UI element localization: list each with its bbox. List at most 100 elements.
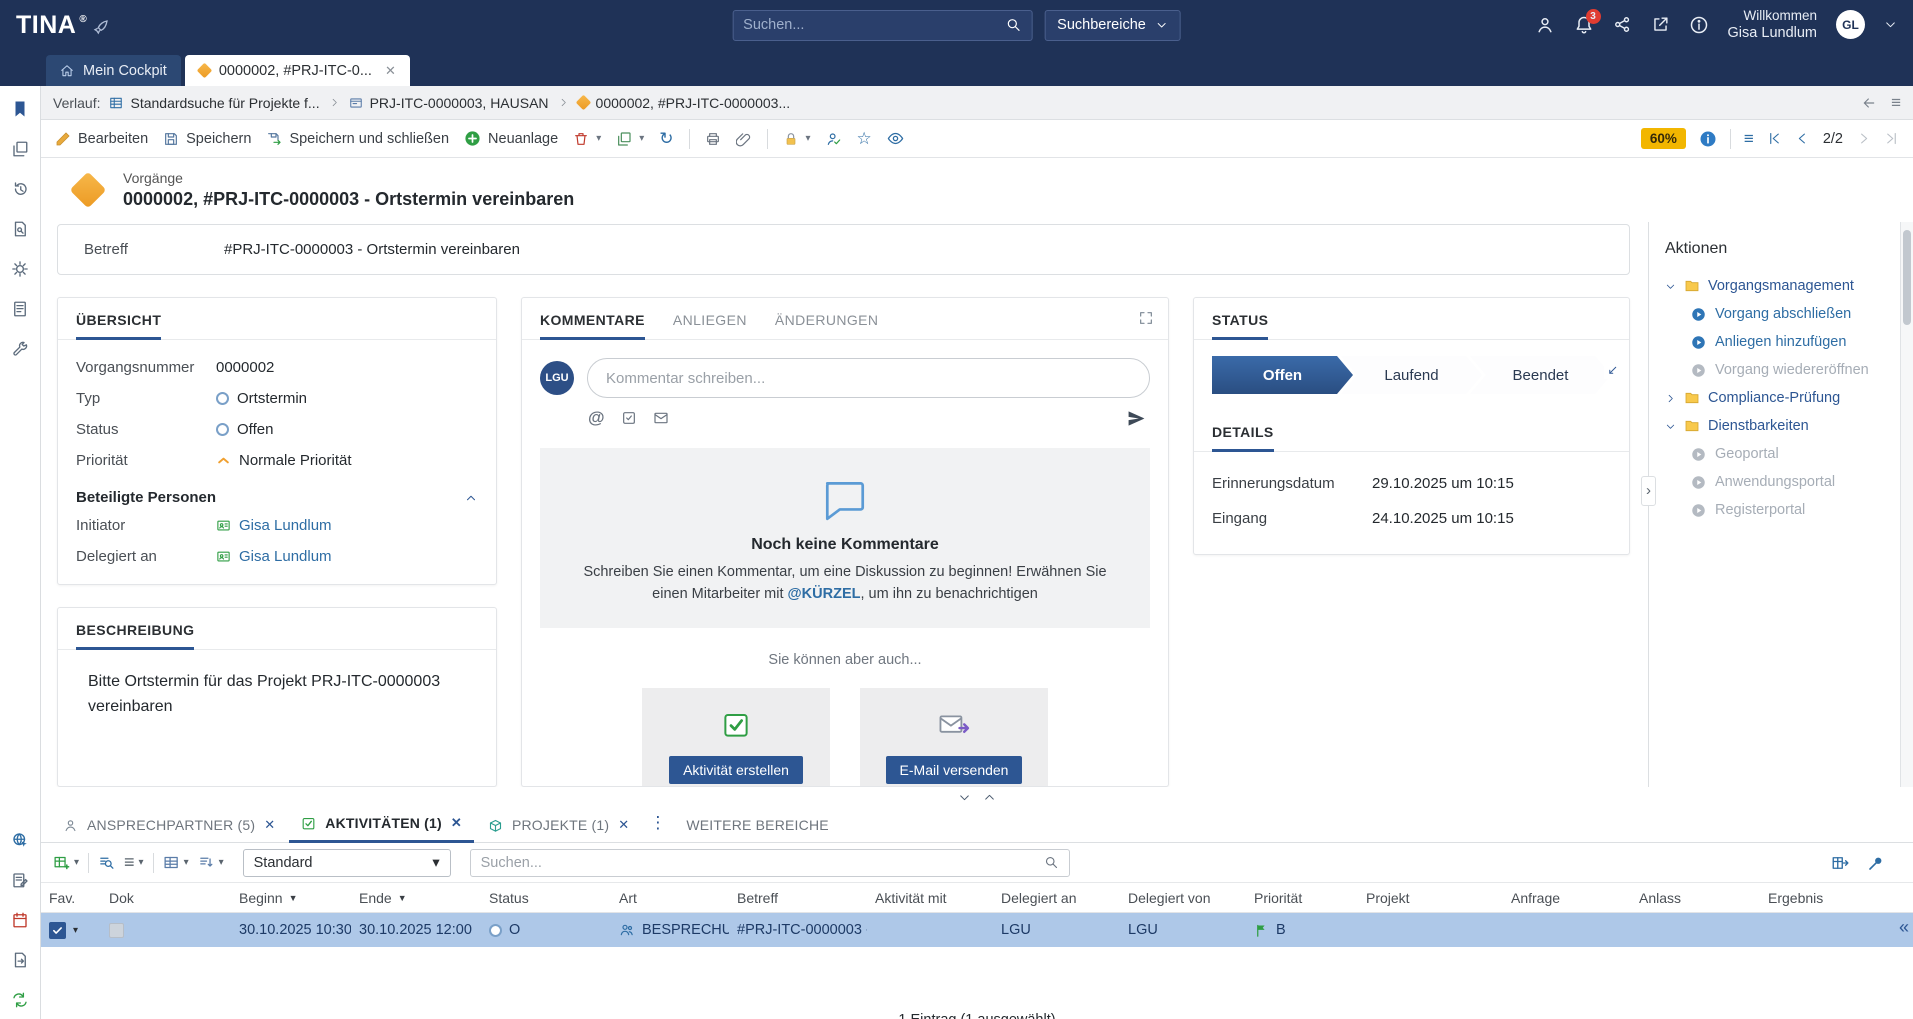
edit-button[interactable]: Bearbeiten — [55, 131, 148, 147]
history-button[interactable] — [11, 180, 29, 198]
permissions-button[interactable] — [826, 131, 842, 147]
chevron-down-icon[interactable]: ▾ — [74, 857, 79, 868]
watch-button[interactable] — [887, 130, 904, 147]
search-scope-dropdown[interactable]: Suchbereiche — [1044, 10, 1181, 41]
group-dienstbarkeiten[interactable]: Dienstbarkeiten — [1665, 418, 1894, 434]
close-tab-icon[interactable]: ✕ — [618, 817, 629, 833]
chevron-down-icon[interactable]: ▾ — [139, 857, 144, 868]
save-close-button[interactable]: Speichern und schließen — [266, 131, 449, 147]
contacts-button[interactable] — [1535, 15, 1555, 35]
status-step-beendet[interactable]: Beendet — [1470, 356, 1611, 394]
notes-button[interactable] — [11, 871, 29, 889]
person-link[interactable]: Gisa Lundlum — [239, 548, 332, 565]
action-geoportal[interactable]: Geoportal — [1691, 446, 1894, 462]
settings-button[interactable] — [11, 260, 29, 278]
tab-mein-cockpit[interactable]: Mein Cockpit — [46, 55, 181, 86]
tab-anliegen[interactable]: ANLIEGEN — [673, 312, 747, 339]
group-sort-button[interactable]: ▾ — [198, 854, 224, 871]
column-header-status[interactable]: Status — [481, 890, 611, 906]
mention-icon[interactable]: @ — [588, 408, 605, 428]
view-menu-button[interactable]: ≡ ▾ — [124, 852, 144, 873]
column-header-betreff[interactable]: Betreff — [729, 890, 867, 906]
forms-button[interactable] — [11, 300, 29, 318]
open-external-button[interactable] — [1651, 15, 1670, 34]
history-menu-icon[interactable]: ≡ — [1891, 93, 1901, 113]
document-export-button[interactable] — [11, 951, 29, 969]
breadcrumb-item-projekt[interactable]: PRJ-ITC-0000003, HAUSAN — [349, 95, 549, 111]
app-logo[interactable]: TINA® — [16, 11, 109, 40]
column-header-dok[interactable]: Dok — [101, 890, 231, 906]
progress-badge[interactable]: 60% — [1641, 128, 1686, 149]
breadcrumb-item-vorgang[interactable]: 0000002, #PRJ-ITC-0000003... — [578, 95, 791, 111]
breadcrumb-item-search[interactable]: Standardsuche für Projekte f... — [109, 95, 319, 111]
send-email-button[interactable]: E-Mail versenden — [886, 756, 1023, 784]
first-record-button[interactable] — [1767, 131, 1782, 146]
column-header-ergebnis[interactable]: Ergebnis — [1760, 890, 1913, 906]
tab-aenderungen[interactable]: ÄNDERUNGEN — [775, 312, 879, 339]
chevron-down-icon[interactable]: ▾ — [639, 133, 644, 144]
betreff-value[interactable]: #PRJ-ITC-0000003 - Ortstermin vereinbare… — [224, 241, 520, 258]
column-header-aktivitaet-mit[interactable]: Aktivität mit — [867, 890, 993, 906]
new-activity-button[interactable]: ▾ — [53, 854, 79, 871]
close-tab-icon[interactable]: ✕ — [451, 815, 462, 831]
status-step-offen[interactable]: Offen — [1212, 356, 1353, 394]
collapse-down-icon[interactable] — [958, 791, 971, 804]
mail-icon[interactable] — [653, 410, 669, 426]
beteiligte-personen-header[interactable]: Beteiligte Personen — [76, 489, 478, 506]
close-tab-icon[interactable]: ✕ — [264, 817, 275, 833]
chevron-down-icon[interactable]: ▾ — [219, 857, 224, 868]
status-step-laufend[interactable]: Laufend — [1341, 356, 1482, 394]
list-search-box[interactable] — [470, 849, 1070, 877]
column-header-fav[interactable]: Fav. — [41, 890, 101, 906]
tab-aktivitaeten[interactable]: AKTIVITÄTEN (1) ✕ — [289, 815, 474, 843]
attachments-button[interactable] — [736, 131, 752, 147]
menu-button[interactable]: ≡ — [1744, 129, 1754, 149]
column-header-anlass[interactable]: Anlass — [1631, 890, 1760, 906]
vertical-scrollbar[interactable] — [1900, 222, 1913, 787]
document-search-button[interactable] — [11, 220, 29, 238]
sync-button[interactable] — [11, 991, 29, 1009]
layout-grid-button[interactable]: ▾ — [163, 854, 189, 871]
group-vorgangsmanagement[interactable]: Vorgangsmanagement — [1665, 278, 1894, 294]
action-anwendungsportal[interactable]: Anwendungsportal — [1691, 474, 1894, 490]
delete-button[interactable]: ▾ — [573, 131, 601, 147]
panel-collapse-handle[interactable]: › — [1641, 476, 1656, 506]
column-header-delegiert-von[interactable]: Delegiert von — [1120, 890, 1246, 906]
new-record-button[interactable]: Neuanlage — [464, 130, 558, 147]
pin-icon[interactable] — [1867, 854, 1885, 872]
column-header-beginn[interactable]: Beginn▼ — [231, 890, 351, 906]
row-checkbox[interactable] — [49, 922, 66, 939]
share-button[interactable] — [1613, 15, 1632, 34]
refresh-button[interactable]: ↻ — [659, 129, 673, 149]
previous-record-button[interactable] — [1795, 131, 1810, 146]
column-header-delegiert-an[interactable]: Delegiert an — [993, 890, 1120, 906]
search-icon[interactable] — [1005, 17, 1021, 33]
task-check-icon[interactable] — [621, 410, 637, 426]
help-button[interactable] — [1689, 15, 1709, 35]
global-search-input[interactable] — [743, 17, 1005, 33]
tab-kommentare[interactable]: KOMMENTARE — [540, 312, 645, 340]
view-select[interactable]: Standard ▾ — [243, 849, 451, 877]
column-header-ende[interactable]: Ende▼ — [351, 890, 481, 906]
collapse-chevron-up-icon[interactable] — [464, 491, 478, 505]
person-link[interactable]: Gisa Lundlum — [239, 517, 332, 534]
column-header-anfrage[interactable]: Anfrage — [1503, 890, 1631, 906]
column-header-art[interactable]: Art — [611, 890, 729, 906]
dok-checkbox[interactable] — [109, 923, 124, 938]
action-vorgang-abschliessen[interactable]: Vorgang abschließen — [1691, 306, 1894, 322]
tab-weitere-bereiche[interactable]: WEITERE BEREICHE — [674, 817, 840, 842]
print-button[interactable] — [705, 131, 721, 147]
list-search-input[interactable] — [481, 855, 1044, 871]
geoportal-button[interactable] — [11, 831, 29, 849]
chevron-down-icon[interactable]: ▾ — [184, 857, 189, 868]
more-tabs-icon[interactable]: ⋮ — [643, 813, 672, 842]
calendar-button[interactable] — [11, 911, 29, 929]
column-header-projekt[interactable]: Projekt — [1358, 890, 1503, 906]
tab-record[interactable]: 0000002, #PRJ-ITC-0... ✕ — [185, 55, 410, 86]
fullscreen-icon[interactable] — [1138, 310, 1154, 326]
user-menu-chevron-icon[interactable] — [1884, 18, 1897, 31]
action-registerportal[interactable]: Registerportal — [1691, 502, 1894, 518]
mention-token[interactable]: @KÜRZEL — [788, 586, 861, 602]
global-search-box[interactable] — [732, 10, 1032, 41]
action-vorgang-wiedereroeffnen[interactable]: Vorgang wiedereröffnen — [1691, 362, 1894, 378]
